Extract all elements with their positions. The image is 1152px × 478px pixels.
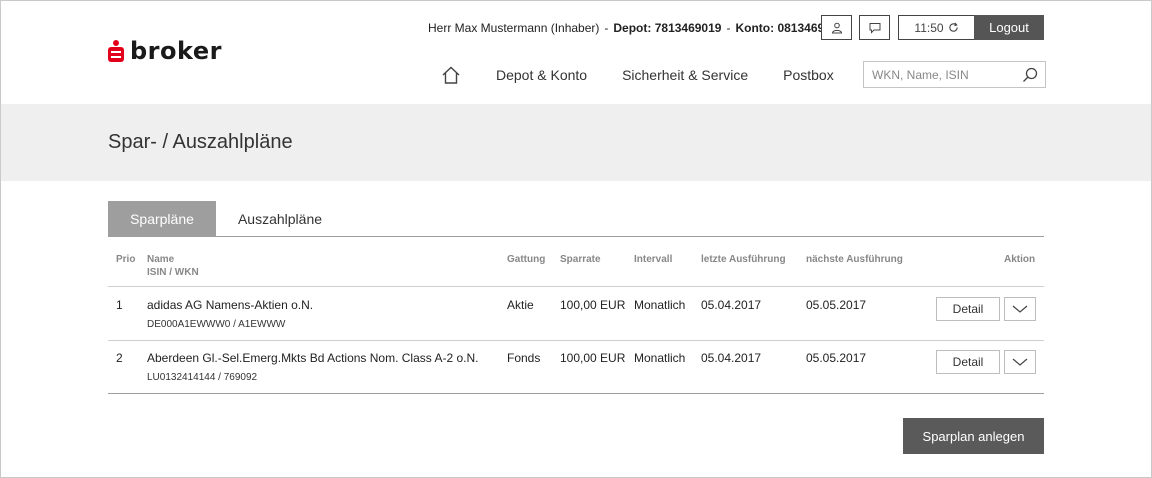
tab-auszahlplaene[interactable]: Auszahlpläne <box>222 201 338 236</box>
refresh-icon <box>948 22 958 32</box>
row-1-isin-wkn: DE000A1EWWW0 / A1EWWW <box>147 319 286 330</box>
row-2-name[interactable]: Aberdeen Gl.-Sel.Emerg.Mkts Bd Actions N… <box>147 350 478 366</box>
profile-button[interactable] <box>821 15 852 40</box>
header-naechste-ausfuehrung: nächste Ausführung <box>806 254 903 265</box>
depot-number: Depot: 7813469019 <box>613 21 722 35</box>
main-nav: Depot & Konto Sicherheit & Service Postb… <box>440 62 869 88</box>
row-1-naechste: 05.05.2017 <box>806 298 867 312</box>
row-1-intervall: Monatlich <box>634 298 686 312</box>
user-info: Herr Max Mustermann (Inhaber) - Depot: 781… <box>428 20 844 36</box>
row-2-letzte: 05.04.2017 <box>701 351 762 365</box>
chevron-down-icon <box>1012 305 1028 313</box>
row-2-prio: 2 <box>116 351 123 365</box>
header-sparrate: Sparrate <box>560 254 601 265</box>
tab-divider <box>108 236 1044 237</box>
row-1-sparrate: 100,00 EUR <box>560 298 626 312</box>
row-1-detail-button[interactable]: Detail <box>936 297 1000 321</box>
home-icon <box>442 66 460 84</box>
message-icon <box>869 22 880 34</box>
messages-button[interactable] <box>859 15 890 40</box>
home-link[interactable] <box>440 64 462 86</box>
sparplan-anlegen-button[interactable]: Sparplan anlegen <box>903 418 1044 454</box>
header-letzte-ausfuehrung: letzte Ausführung <box>701 254 786 265</box>
nav-depot-konto[interactable]: Depot & Konto <box>496 67 587 83</box>
header-prio: Prio <box>116 254 136 265</box>
row-1-name[interactable]: adidas AG Namens-Aktien o.N. <box>147 297 313 313</box>
header-name: Name <box>147 254 175 265</box>
search-box <box>863 61 1046 88</box>
session-time: 11:50 <box>914 20 944 35</box>
search-input[interactable] <box>872 67 1012 82</box>
separator: - <box>604 21 609 35</box>
logo-text: broker <box>130 37 222 65</box>
row-2-gattung: Fonds <box>507 351 541 365</box>
header-intervall: Intervall <box>634 254 673 265</box>
nav-postbox[interactable]: Postbox <box>783 67 834 83</box>
sparkasse-logo-icon <box>108 40 124 62</box>
logo[interactable]: broker <box>108 37 222 65</box>
row-2-naechste: 05.05.2017 <box>806 351 867 365</box>
chevron-down-icon <box>1012 358 1028 366</box>
session-timer[interactable]: 11:50 <box>898 15 974 40</box>
header-isin-wkn: ISIN / WKN <box>147 267 199 278</box>
logout-button[interactable]: Logout <box>974 15 1044 40</box>
table-bottom-border <box>108 393 1044 394</box>
row-divider <box>108 286 1044 287</box>
row-2-detail-button[interactable]: Detail <box>936 350 1000 374</box>
user-name: Herr Max Mustermann (Inhaber) <box>428 21 600 35</box>
row-1-expand-button[interactable] <box>1004 297 1036 321</box>
separator: - <box>726 21 731 35</box>
row-2-expand-button[interactable] <box>1004 350 1036 374</box>
header-aktion: Aktion <box>1004 254 1036 265</box>
row-2-isin-wkn: LU0132414144 / 769092 <box>147 372 258 383</box>
tab-sparplaene[interactable]: Sparpläne <box>108 201 216 236</box>
row-1-gattung: Aktie <box>507 298 534 312</box>
row-1-prio: 1 <box>116 298 123 312</box>
user-icon <box>831 22 842 33</box>
page-title: Spar- / Auszahlpläne <box>108 131 293 153</box>
nav-sicherheit-service[interactable]: Sicherheit & Service <box>622 67 748 83</box>
row-2-sparrate: 100,00 EUR <box>560 351 626 365</box>
search-icon[interactable] <box>1021 66 1039 84</box>
row-1-letzte: 05.04.2017 <box>701 298 762 312</box>
header-gattung: Gattung <box>507 254 546 265</box>
row-2-intervall: Monatlich <box>634 351 686 365</box>
row-divider <box>108 340 1044 341</box>
